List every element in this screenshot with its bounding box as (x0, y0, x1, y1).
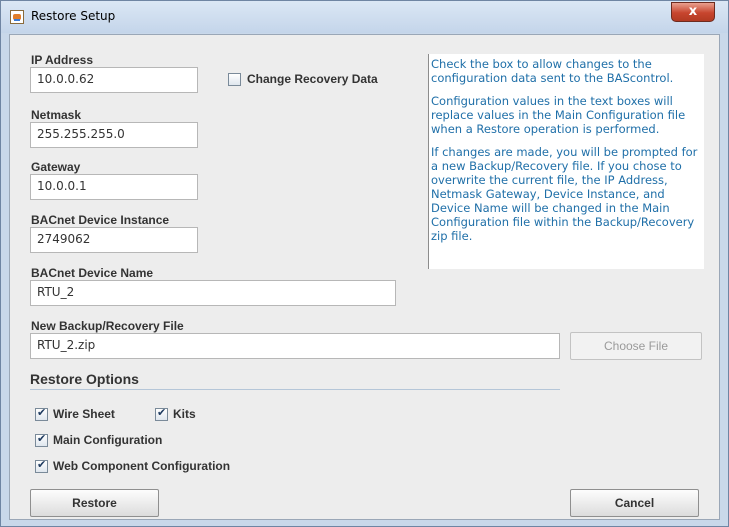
wire-sheet-checkbox[interactable] (35, 406, 48, 421)
backup-file-label: New Backup/Recovery File (31, 319, 184, 333)
help-text-panel: Check the box to allow changes to the co… (428, 54, 704, 269)
wire-sheet-label: Wire Sheet (53, 407, 115, 421)
choose-file-button[interactable]: Choose File (570, 332, 702, 360)
gateway-input[interactable]: 10.0.0.1 (30, 174, 198, 200)
device-instance-label: BACnet Device Instance (31, 213, 170, 227)
device-instance-input[interactable]: 2749062 (30, 227, 198, 253)
kits-label: Kits (173, 407, 196, 421)
ip-address-input[interactable]: 10.0.0.62 (30, 67, 198, 93)
restore-setup-window: Restore Setup x IP Address 10.0.0.62 Cha… (0, 0, 729, 527)
netmask-input[interactable]: 255.255.255.0 (30, 122, 198, 148)
device-name-input[interactable]: RTU_2 (30, 280, 396, 306)
ip-address-label: IP Address (31, 53, 94, 67)
restore-button[interactable]: Restore (30, 489, 159, 517)
device-name-label: BACnet Device Name (31, 266, 154, 280)
backup-file-input[interactable]: RTU_2.zip (30, 333, 560, 359)
main-configuration-label: Main Configuration (53, 433, 163, 447)
dialog-content: IP Address 10.0.0.62 Change Recovery Dat… (9, 34, 720, 520)
change-recovery-data-label: Change Recovery Data (247, 72, 378, 86)
change-recovery-data-checkbox[interactable] (228, 73, 241, 86)
netmask-label: Netmask (31, 108, 82, 122)
help-paragraph-3: If changes are made, you will be prompte… (431, 145, 698, 243)
web-component-configuration-checkbox[interactable] (35, 458, 48, 473)
restore-options-divider (30, 389, 560, 390)
cancel-button[interactable]: Cancel (570, 489, 699, 517)
kits-checkbox[interactable] (155, 406, 168, 421)
java-app-icon (10, 10, 24, 24)
restore-options-title: Restore Options (30, 371, 139, 387)
web-component-configuration-label: Web Component Configuration (53, 459, 231, 473)
gateway-label: Gateway (31, 160, 81, 174)
help-paragraph-2: Configuration values in the text boxes w… (431, 94, 686, 136)
window-title: Restore Setup (31, 9, 116, 23)
close-icon: x (688, 4, 698, 19)
main-configuration-checkbox[interactable] (35, 432, 48, 447)
title-bar: Restore Setup x (1, 1, 728, 33)
close-button[interactable]: x (671, 2, 715, 22)
help-paragraph-1: Check the box to allow changes to the co… (431, 57, 674, 85)
